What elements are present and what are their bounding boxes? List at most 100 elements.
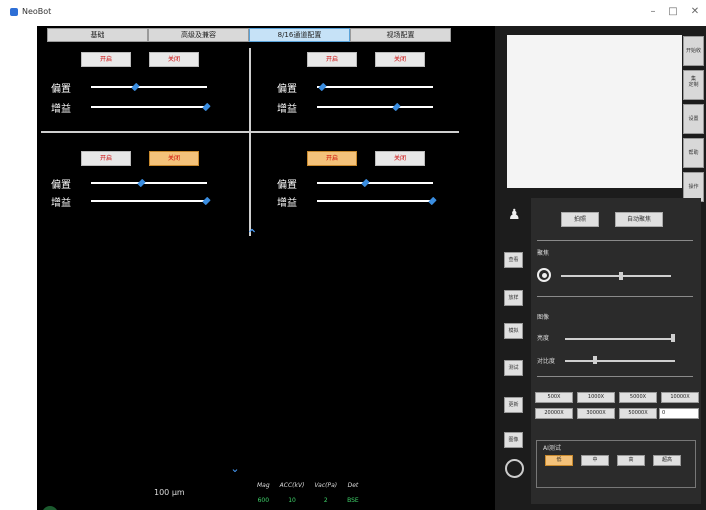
custom-res-input[interactable]: 0 [659,408,699,419]
tab-field-config[interactable]: 视场配置 [350,28,451,42]
focus-slider-track[interactable] [561,275,671,277]
close-channel-button[interactable]: 关闭 [149,151,199,166]
gain-slider-track[interactable] [91,200,207,202]
vertical-divider [249,48,251,236]
open-button[interactable]: 开启 [307,52,357,67]
tab-channel-config[interactable]: 8/16通道配置 [249,28,350,42]
title-bar: NeoBot – □ ✕ [0,0,706,26]
side-tab-bar: 开始收集 定制 设置 帮助 操作 [683,36,704,206]
focus-slider-thumb[interactable] [619,272,623,280]
stat-value: 10 [288,497,296,504]
quadrant-top-right: 开启 关闭 偏置 增益 [267,52,457,132]
test-icon[interactable]: 测试 [504,360,523,376]
gain-slider-row: 增益 [51,99,221,115]
contrast-slider-thumb[interactable] [593,356,597,364]
minimize-button[interactable]: – [644,5,662,19]
ai-high-button[interactable]: 高 [617,455,645,466]
ai-low-button[interactable]: 低 [545,455,573,466]
auto-focus-button[interactable]: 自动聚焦 [615,212,663,227]
offset-slider-thumb[interactable] [318,82,327,92]
status-readouts: Mag 600 ACC(kV) 10 Vac(Pa) 2 Det BSE [257,482,359,504]
close-channel-button[interactable]: 关闭 [149,52,199,67]
joystick-icon[interactable]: ♟ [508,206,521,224]
side-tab-help[interactable]: 帮助 [683,138,704,168]
contrast-slider-track[interactable] [565,360,675,362]
gain-slider-track[interactable] [317,200,433,202]
layout-icon[interactable]: 放样 [504,290,523,306]
brightness-slider-track[interactable] [565,338,675,340]
res-5000x-button[interactable]: 5000X [619,392,657,403]
right-panel: 开始收集 定制 设置 帮助 操作 ♟ 查看 放样 模拟 测试 更新 图像 拍照 … [495,26,706,510]
quadrant-top-left: 开启 关闭 偏置 增益 [41,52,231,132]
offset-slider-thumb[interactable] [361,178,370,188]
power-icon[interactable] [505,459,524,478]
open-button[interactable]: 开启 [81,151,131,166]
divider [537,240,693,241]
divider [537,376,693,377]
close-button[interactable]: ✕ [686,5,704,19]
stat-label: Det [347,482,359,489]
res-30000x-button[interactable]: 30000X [577,408,615,419]
indicator-icon [42,506,58,510]
image-icon[interactable]: 图像 [504,432,523,448]
focus-label: 聚焦 [537,250,550,257]
gain-slider-thumb[interactable] [392,102,401,112]
gain-slider-thumb[interactable] [202,196,211,206]
contrast-label: 对比度 [537,358,556,365]
stat-vac: Vac(Pa) 2 [314,482,337,504]
image-section-label: 图像 [537,314,550,321]
update-icon[interactable]: 更新 [504,397,523,413]
view-icon[interactable]: 查看 [504,252,523,268]
offset-slider-row: 偏置 [277,175,447,191]
res-50000x-button[interactable]: 50000X [619,408,657,419]
tab-bar: 基础 高级及兼容 8/16通道配置 视场配置 [47,28,451,42]
gain-label: 增益 [277,198,297,209]
maximize-button[interactable]: □ [664,5,682,19]
stat-mag: Mag 600 [257,482,270,504]
offset-slider-thumb[interactable] [131,82,141,92]
divider [537,296,693,297]
stat-label: Mag [257,482,270,489]
ai-ultra-button[interactable]: 超高 [653,455,681,466]
expand-chevron-down-icon[interactable]: ⌄ [229,462,241,475]
res-1000x-button[interactable]: 1000X [577,392,615,403]
brightness-slider-thumb[interactable] [671,334,675,342]
gain-slider-track[interactable] [91,106,207,108]
gain-slider-thumb[interactable] [202,102,211,112]
tab-advanced[interactable]: 高级及兼容 [148,28,249,42]
gain-slider-thumb[interactable] [428,196,437,206]
side-tab-custom[interactable]: 定制 [683,70,704,100]
offset-slider-track[interactable] [91,182,207,184]
side-tab-start[interactable]: 开始收集 [683,36,704,82]
gain-slider-track[interactable] [317,106,433,108]
offset-slider-row: 偏置 [51,175,221,191]
offset-slider-row: 偏置 [277,79,447,95]
offset-slider-track[interactable] [317,182,433,184]
control-panel: 拍照 自动聚焦 聚焦 图像 亮度 对比度 500X 1000X 5000X 10… [531,198,701,504]
offset-slider-track[interactable] [91,86,207,88]
simulate-icon[interactable]: 模拟 [504,323,523,339]
res-20000x-button[interactable]: 20000X [535,408,573,419]
open-button[interactable]: 开启 [307,151,357,166]
gain-label: 增益 [51,198,71,209]
ai-medium-button[interactable]: 中 [581,455,609,466]
stat-label: ACC(kV) [279,482,305,489]
offset-slider-thumb[interactable] [137,178,146,188]
offset-label: 偏置 [51,84,71,95]
focus-record-icon[interactable] [537,268,551,282]
open-button[interactable]: 开启 [81,52,131,67]
capture-button[interactable]: 拍照 [561,212,599,227]
close-channel-button[interactable]: 关闭 [375,151,425,166]
collapse-chevron-up-icon[interactable]: ⌃ [245,227,259,243]
offset-label: 偏置 [277,180,297,191]
app-icon [10,8,18,16]
offset-label: 偏置 [277,84,297,95]
res-10000x-button[interactable]: 10000X [661,392,699,403]
res-500x-button[interactable]: 500X [535,392,573,403]
tab-basic[interactable]: 基础 [47,28,148,42]
gain-slider-row: 增益 [277,193,447,209]
offset-slider-track[interactable] [317,86,433,88]
close-channel-button[interactable]: 关闭 [375,52,425,67]
stat-value: BSE [347,497,359,504]
side-tab-settings[interactable]: 设置 [683,104,704,134]
